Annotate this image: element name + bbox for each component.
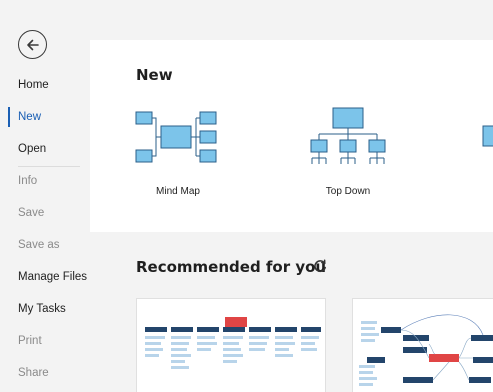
nav-share[interactable]: Share xyxy=(0,361,90,385)
main-panel: New Mind Map Top Down Recommended for yo… xyxy=(90,40,493,392)
recommended-card[interactable] xyxy=(352,298,493,392)
nav-print[interactable]: Print xyxy=(0,329,90,353)
new-section-title: New xyxy=(136,66,173,84)
nav-save-as[interactable]: Save as xyxy=(0,233,90,257)
arrow-left-icon xyxy=(26,39,39,50)
template-partial[interactable] xyxy=(478,102,493,212)
sidebar-divider xyxy=(18,166,80,167)
sidebar: Home New Open Info Save Save as Manage F… xyxy=(0,0,90,392)
template-top-down[interactable]: Top Down xyxy=(300,102,396,212)
recommended-title: Recommended for you xyxy=(136,258,327,276)
card-thumbnail xyxy=(359,314,493,386)
nav-save[interactable]: Save xyxy=(0,201,90,225)
nav-my-tasks[interactable]: My Tasks xyxy=(0,297,90,321)
top-down-icon xyxy=(310,107,386,164)
nav-home[interactable]: Home xyxy=(0,73,90,97)
nav-new[interactable]: New xyxy=(0,105,90,129)
mind-map-icon xyxy=(135,111,217,163)
back-button[interactable] xyxy=(18,30,47,59)
template-label: Mind Map xyxy=(156,186,200,197)
card-thumbnail xyxy=(145,317,321,369)
template-icon xyxy=(482,125,493,147)
template-mind-map[interactable]: Mind Map xyxy=(130,102,226,212)
refresh-icon[interactable] xyxy=(312,258,328,274)
recommended-card[interactable] xyxy=(136,298,326,392)
nav-manage-files[interactable]: Manage Files xyxy=(0,265,90,289)
template-label: Top Down xyxy=(325,186,371,197)
nav-open[interactable]: Open xyxy=(0,137,90,161)
nav-info[interactable]: Info xyxy=(0,169,90,193)
